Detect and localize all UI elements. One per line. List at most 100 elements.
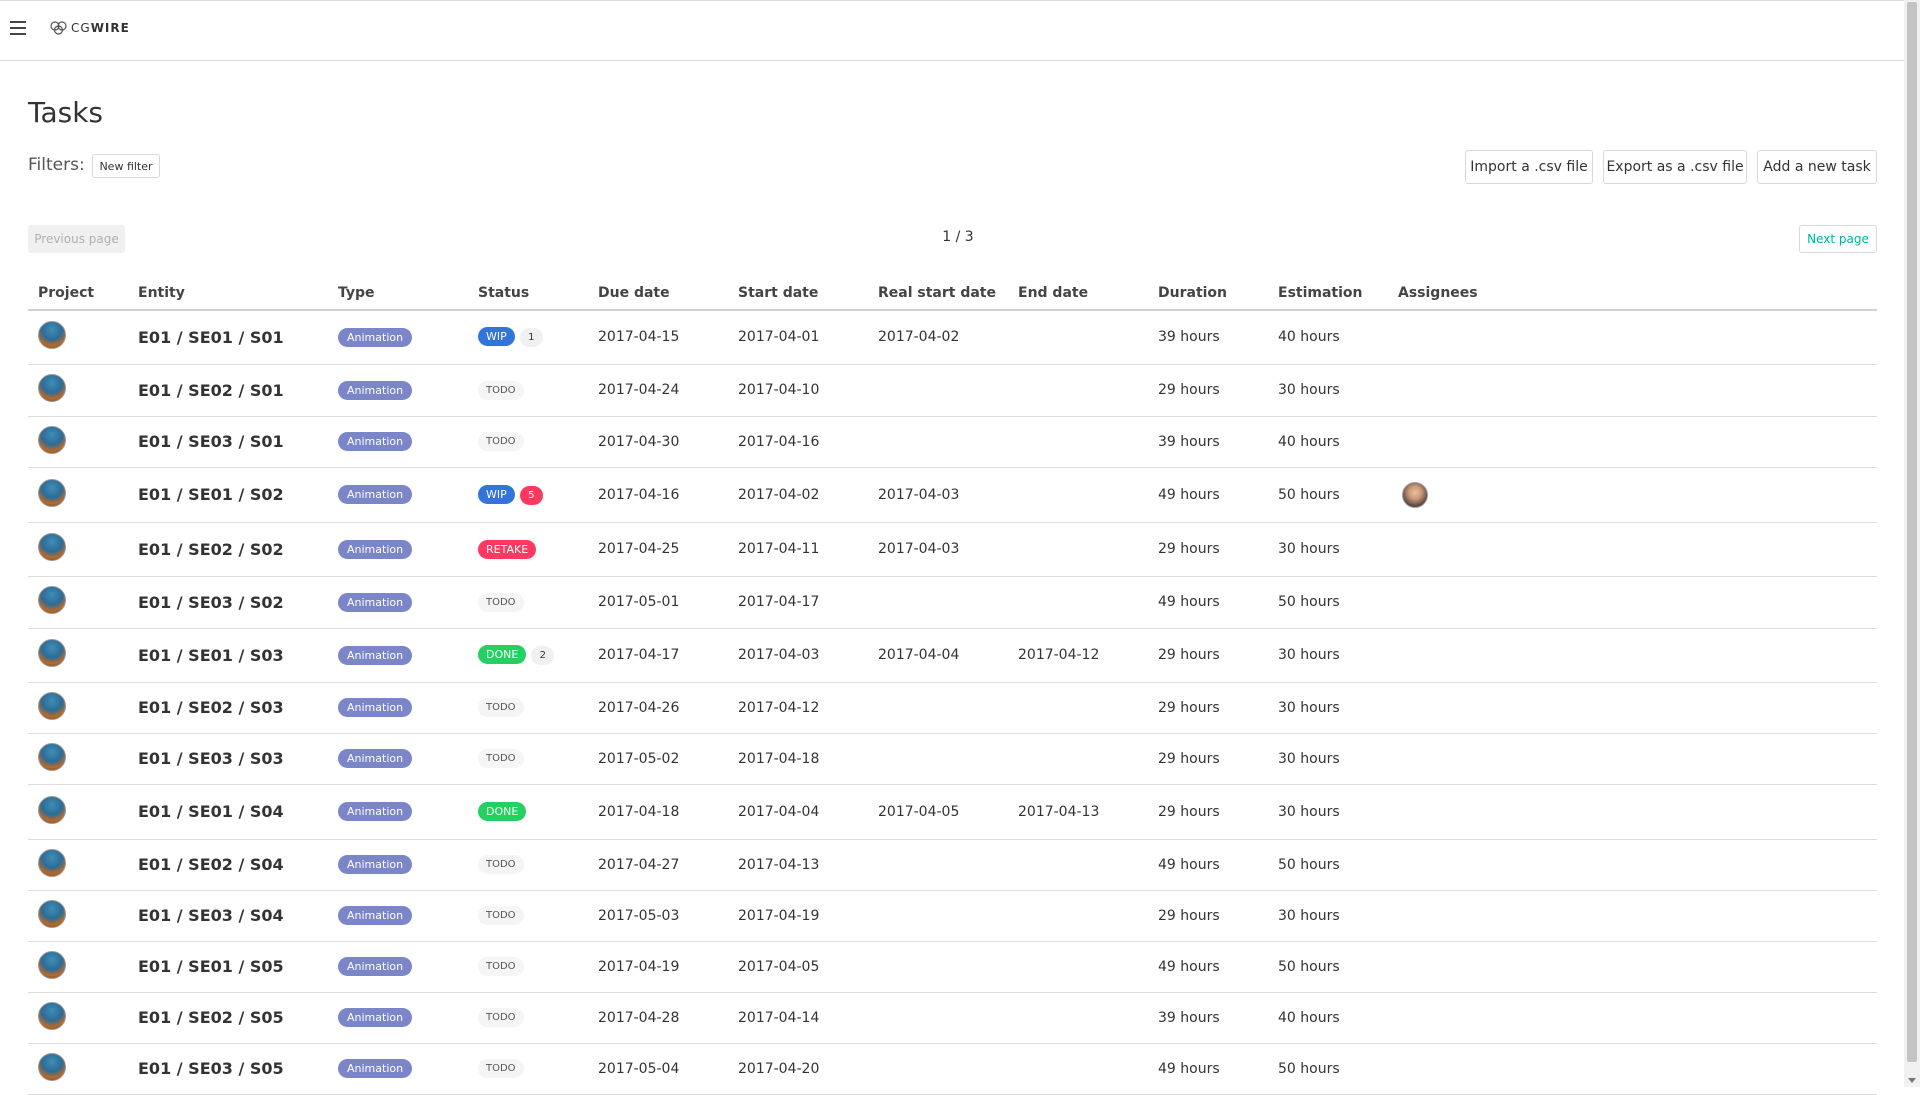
table-row[interactable]: E01 / SE03 / S03 Animation TODO 2017-05-02 2… bbox=[28, 733, 1877, 785]
entity-name[interactable]: E01 / SE03 / S01 bbox=[138, 432, 284, 451]
column-header-real-start-date[interactable]: Real start date bbox=[868, 276, 1008, 311]
project-thumbnail[interactable] bbox=[38, 374, 66, 402]
entity-cell[interactable]: E01 / SE02 / S01 bbox=[128, 364, 328, 417]
table-row[interactable]: E01 / SE03 / S04 Animation TODO 2017-05-03 2… bbox=[28, 890, 1877, 942]
entity-name[interactable]: E01 / SE03 / S02 bbox=[138, 593, 284, 612]
next-page-button[interactable]: Next page bbox=[1799, 225, 1877, 253]
project-thumbnail[interactable] bbox=[38, 586, 66, 614]
status-cell[interactable]: TODO bbox=[468, 890, 588, 942]
table-row[interactable]: E01 / SE01 / S03 Animation DONE 2 2017-04-17… bbox=[28, 628, 1877, 683]
column-header-type[interactable]: Type bbox=[328, 276, 468, 311]
entity-name[interactable]: E01 / SE01 / S01 bbox=[138, 328, 284, 347]
entity-name[interactable]: E01 / SE01 / S05 bbox=[138, 957, 284, 976]
entity-name[interactable]: E01 / SE03 / S05 bbox=[138, 1059, 284, 1078]
status-badge[interactable]: TODO bbox=[478, 592, 524, 612]
table-row[interactable]: E01 / SE01 / S04 Animation DONE 2017-04-18 2… bbox=[28, 784, 1877, 840]
entity-name[interactable]: E01 / SE01 / S03 bbox=[138, 646, 284, 665]
status-cell[interactable]: WIP 1 bbox=[468, 310, 588, 365]
status-cell[interactable]: RETAKE bbox=[468, 522, 588, 577]
status-badge[interactable]: TODO bbox=[478, 906, 524, 925]
column-header-estimation[interactable]: Estimation bbox=[1268, 276, 1388, 311]
status-badge[interactable]: TODO bbox=[478, 1059, 524, 1078]
table-row[interactable]: E01 / SE02 / S03 Animation TODO 2017-04-26 2… bbox=[28, 682, 1877, 734]
add-task-button[interactable]: Add a new task bbox=[1757, 150, 1877, 184]
project-thumbnail[interactable] bbox=[38, 639, 66, 667]
status-cell[interactable]: WIP 5 bbox=[468, 467, 588, 523]
status-cell[interactable]: DONE bbox=[468, 784, 588, 840]
status-badge[interactable]: DONE bbox=[478, 802, 527, 821]
project-thumbnail[interactable] bbox=[38, 1052, 66, 1081]
column-header-duration[interactable]: Duration bbox=[1148, 276, 1268, 311]
scrollbar-thumb[interactable] bbox=[1907, 2, 1917, 1062]
entity-cell[interactable]: E01 / SE03 / S02 bbox=[128, 576, 328, 629]
project-thumbnail[interactable] bbox=[38, 425, 66, 454]
project-thumbnail[interactable] bbox=[38, 899, 66, 928]
table-row[interactable]: E01 / SE03 / S05 Animation TODO 2017-05-04 2… bbox=[28, 1043, 1877, 1095]
entity-name[interactable]: E01 / SE02 / S01 bbox=[138, 381, 284, 400]
status-cell[interactable]: TODO bbox=[468, 733, 588, 785]
new-filter-button[interactable]: New filter bbox=[92, 154, 160, 178]
column-header-assignees[interactable]: Assignees bbox=[1388, 276, 1877, 311]
status-badge[interactable]: TODO bbox=[478, 432, 524, 451]
table-row[interactable]: E01 / SE01 / S05 Animation TODO 2017-04-19 2… bbox=[28, 941, 1877, 993]
entity-cell[interactable]: E01 / SE01 / S02 bbox=[128, 467, 328, 523]
scroll-down-arrow-icon[interactable] bbox=[1908, 1078, 1916, 1083]
status-badge[interactable]: TODO bbox=[478, 698, 524, 717]
status-cell[interactable]: TODO bbox=[468, 992, 588, 1044]
status-cell[interactable]: TODO bbox=[468, 416, 588, 468]
status-cell[interactable]: DONE 2 bbox=[468, 628, 588, 683]
status-cell[interactable]: TODO bbox=[468, 941, 588, 993]
table-row[interactable]: E01 / SE02 / S04 Animation TODO 2017-04-27 2… bbox=[28, 839, 1877, 891]
logo[interactable]: CGWIRE bbox=[50, 21, 130, 35]
project-thumbnail[interactable] bbox=[38, 950, 66, 979]
import-csv-button[interactable]: Import a .csv file bbox=[1465, 150, 1593, 184]
table-row[interactable]: E01 / SE02 / S02 Animation RETAKE 2017-04-2… bbox=[28, 522, 1877, 577]
status-cell[interactable]: TODO bbox=[468, 576, 588, 629]
status-cell[interactable]: TODO bbox=[468, 682, 588, 734]
status-badge[interactable]: TODO bbox=[478, 380, 524, 400]
project-thumbnail[interactable] bbox=[38, 533, 66, 561]
entity-cell[interactable]: E01 / SE02 / S04 bbox=[128, 839, 328, 891]
entity-cell[interactable]: E01 / SE01 / S01 bbox=[128, 310, 328, 365]
entity-name[interactable]: E01 / SE02 / S03 bbox=[138, 698, 284, 717]
column-header-due-date[interactable]: Due date bbox=[588, 276, 728, 311]
entity-name[interactable]: E01 / SE02 / S05 bbox=[138, 1008, 284, 1027]
assignee-avatar[interactable] bbox=[1402, 481, 1428, 508]
entity-cell[interactable]: E01 / SE01 / S03 bbox=[128, 628, 328, 683]
entity-name[interactable]: E01 / SE03 / S04 bbox=[138, 906, 284, 925]
status-badge[interactable]: TODO bbox=[478, 855, 524, 874]
table-row[interactable]: E01 / SE02 / S01 Animation TODO 2017-04-24 2… bbox=[28, 364, 1877, 417]
table-row[interactable]: E01 / SE01 / S02 Animation WIP 5 2017-04-16 2… bbox=[28, 467, 1877, 523]
entity-cell[interactable]: E01 / SE01 / S04 bbox=[128, 784, 328, 840]
status-badge[interactable]: DONE bbox=[478, 645, 527, 664]
hamburger-menu-icon[interactable] bbox=[10, 21, 26, 39]
entity-cell[interactable]: E01 / SE03 / S03 bbox=[128, 733, 328, 785]
entity-name[interactable]: E01 / SE03 / S03 bbox=[138, 749, 284, 768]
entity-cell[interactable]: E01 / SE03 / S01 bbox=[128, 416, 328, 468]
column-header-status[interactable]: Status bbox=[468, 276, 588, 311]
entity-cell[interactable]: E01 / SE02 / S05 bbox=[128, 992, 328, 1044]
entity-name[interactable]: E01 / SE01 / S04 bbox=[138, 802, 284, 821]
status-badge[interactable]: TODO bbox=[478, 957, 524, 976]
status-badge[interactable]: WIP bbox=[478, 484, 515, 504]
entity-name[interactable]: E01 / SE02 / S02 bbox=[138, 540, 284, 559]
export-csv-button[interactable]: Export as a .csv file bbox=[1603, 150, 1747, 184]
column-header-start-date[interactable]: Start date bbox=[728, 276, 868, 311]
entity-cell[interactable]: E01 / SE03 / S04 bbox=[128, 890, 328, 942]
column-header-end-date[interactable]: End date bbox=[1008, 276, 1148, 311]
entity-cell[interactable]: E01 / SE02 / S03 bbox=[128, 682, 328, 734]
status-cell[interactable]: TODO bbox=[468, 364, 588, 417]
status-badge[interactable]: TODO bbox=[478, 749, 524, 768]
project-thumbnail[interactable] bbox=[38, 1001, 66, 1030]
project-thumbnail[interactable] bbox=[38, 478, 66, 507]
project-thumbnail[interactable] bbox=[38, 691, 66, 720]
entity-name[interactable]: E01 / SE01 / S02 bbox=[138, 485, 284, 504]
column-header-project[interactable]: Project bbox=[28, 276, 128, 311]
status-cell[interactable]: TODO bbox=[468, 1043, 588, 1095]
status-badge[interactable]: WIP bbox=[478, 327, 515, 347]
status-cell[interactable]: TODO bbox=[468, 839, 588, 891]
entity-cell[interactable]: E01 / SE02 / S02 bbox=[128, 522, 328, 577]
project-thumbnail[interactable] bbox=[38, 742, 66, 771]
table-row[interactable]: E01 / SE02 / S05 Animation TODO 2017-04-28 2… bbox=[28, 992, 1877, 1044]
project-thumbnail[interactable] bbox=[38, 848, 66, 877]
